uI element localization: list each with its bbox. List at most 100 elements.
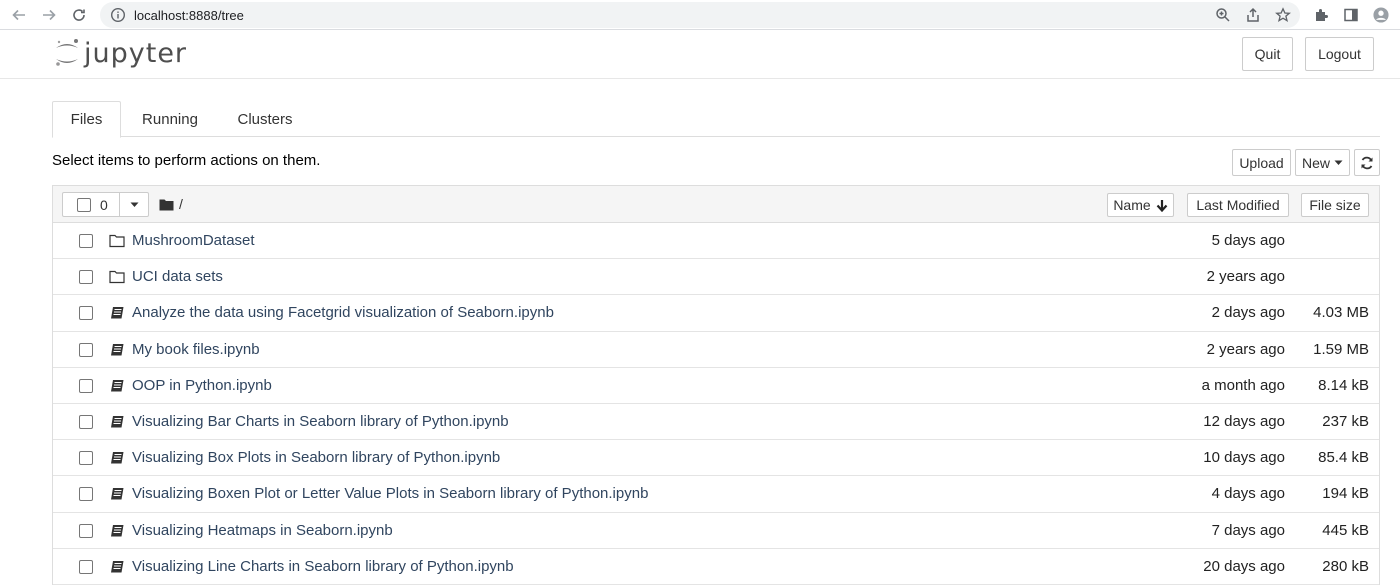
profile-avatar-icon[interactable] [1373, 7, 1389, 23]
notebook-icon [109, 486, 125, 502]
bookmark-star-icon[interactable] [1275, 7, 1291, 23]
jupyter-logo[interactable]: jupyter [54, 37, 187, 69]
caret-down-icon [1334, 160, 1343, 165]
file-modified: 2 years ago [1206, 340, 1285, 358]
address-url[interactable]: localhost:8888/tree [134, 8, 244, 23]
row-checkbox[interactable] [79, 306, 93, 321]
notebook-icon [109, 342, 125, 358]
sort-by-size-button[interactable]: File size [1301, 193, 1369, 217]
new-button-label: New [1301, 154, 1330, 171]
file-modified: 7 days ago [1211, 521, 1285, 539]
file-row[interactable]: UCI data sets 2 years ago [53, 259, 1379, 296]
row-checkbox[interactable] [79, 559, 93, 574]
select-all-checkbox[interactable] [77, 197, 91, 212]
notebook-icon [109, 305, 125, 321]
row-checkbox[interactable] [79, 234, 93, 248]
file-size: 4.03 MB [1313, 304, 1369, 322]
address-bar[interactable]: localhost:8888/tree [100, 2, 1300, 28]
file-modified: 2 years ago [1206, 268, 1285, 286]
file-name-link[interactable]: Visualizing Boxen Plot or Letter Value P… [132, 485, 648, 502]
tab-clusters[interactable]: Clusters [228, 101, 302, 137]
side-panel-icon[interactable] [1343, 7, 1359, 23]
file-name-link[interactable]: Visualizing Heatmaps in Seaborn.ipynb [132, 522, 393, 539]
file-name-link[interactable]: Visualizing Line Charts in Seaborn libra… [132, 558, 514, 575]
reload-icon[interactable] [68, 4, 90, 26]
back-arrow-icon[interactable] [8, 4, 30, 26]
notebook-icon [109, 523, 125, 539]
file-modified: a month ago [1201, 376, 1285, 394]
file-rows: MushroomDataset 5 days ago UCI data sets 2 … [53, 223, 1379, 585]
row-checkbox[interactable] [79, 487, 93, 502]
file-modified: 12 days ago [1203, 412, 1285, 430]
refresh-button[interactable] [1354, 149, 1380, 176]
row-checkbox[interactable] [79, 378, 93, 393]
extensions-puzzle-icon[interactable] [1313, 7, 1329, 23]
file-modified: 4 days ago [1211, 485, 1285, 503]
file-row[interactable]: Visualizing Heatmaps in Seaborn.ipynb 7 d… [53, 513, 1379, 549]
sort-by-name-button[interactable]: Name [1107, 193, 1174, 217]
file-name-link[interactable]: My book files.ipynb [132, 341, 260, 358]
row-checkbox[interactable] [79, 523, 93, 538]
refresh-icon [1361, 156, 1373, 169]
file-name-link[interactable]: Analyze the data using Facetgrid visuali… [132, 304, 554, 321]
file-row[interactable]: Visualizing Boxen Plot or Letter Value P… [53, 476, 1379, 513]
file-size: 237 kB [1322, 412, 1369, 430]
select-all-toggle[interactable]: 0 [63, 193, 121, 216]
file-name-link[interactable]: MushroomDataset [132, 232, 255, 249]
quit-button[interactable]: Quit [1242, 37, 1293, 71]
file-name-link[interactable]: Visualizing Box Plots in Seaborn library… [132, 449, 500, 466]
site-info-icon[interactable] [110, 7, 126, 23]
select-all-group: 0 [62, 192, 149, 217]
jupyter-logo-icon [56, 39, 78, 66]
notebook-icon [109, 414, 125, 430]
share-icon[interactable] [1245, 7, 1261, 23]
file-modified: 10 days ago [1203, 449, 1285, 467]
file-size: 8.14 kB [1318, 376, 1369, 394]
file-size: 194 kB [1322, 485, 1369, 503]
selection-notice: Select items to perform actions on them. [52, 152, 321, 169]
file-list: 0 / Name Last Modified File size Mushroo… [52, 185, 1380, 585]
tab-files[interactable]: Files [52, 101, 121, 138]
file-row[interactable]: Visualizing Line Charts in Seaborn libra… [53, 549, 1379, 585]
file-name-link[interactable]: UCI data sets [132, 268, 223, 285]
file-list-header: 0 / Name Last Modified File size [53, 186, 1379, 223]
arrow-down-icon [1156, 199, 1167, 212]
file-name-link[interactable]: Visualizing Bar Charts in Seaborn librar… [132, 413, 509, 430]
breadcrumb-root[interactable]: / [179, 196, 183, 212]
row-checkbox[interactable] [79, 270, 93, 285]
zoom-icon[interactable] [1215, 7, 1231, 23]
select-options-dropdown[interactable] [120, 193, 148, 216]
notebook-icon [109, 378, 125, 394]
row-checkbox[interactable] [79, 342, 93, 357]
file-row[interactable]: My book files.ipynb 2 years ago 1.59 MB [53, 332, 1379, 368]
logout-button[interactable]: Logout [1305, 37, 1374, 71]
sort-name-label: Name [1113, 197, 1151, 213]
file-modified: 20 days ago [1203, 557, 1285, 575]
file-row[interactable]: Visualizing Bar Charts in Seaborn librar… [53, 404, 1379, 441]
logo-text: jupyter [84, 37, 188, 69]
jupyter-header: jupyter Quit Logout [0, 31, 1400, 79]
upload-button[interactable]: Upload [1232, 149, 1291, 176]
file-modified: 2 days ago [1211, 304, 1285, 322]
file-row[interactable]: OOP in Python.ipynb a month ago 8.14 kB [53, 368, 1379, 404]
new-dropdown-button[interactable]: New [1295, 149, 1350, 176]
file-row[interactable]: Visualizing Box Plots in Seaborn library… [53, 440, 1379, 477]
folder-solid-icon[interactable] [159, 198, 174, 211]
notebook-icon [109, 559, 125, 575]
file-row[interactable]: MushroomDataset 5 days ago [53, 223, 1379, 260]
row-checkbox[interactable] [79, 451, 93, 466]
tab-running[interactable]: Running [132, 101, 208, 137]
main-tabs: Files Running Clusters [52, 101, 1380, 138]
breadcrumb: / [159, 196, 183, 212]
file-size: 1.59 MB [1313, 340, 1369, 358]
row-checkbox[interactable] [79, 414, 93, 429]
file-size: 85.4 kB [1318, 449, 1369, 467]
file-row[interactable]: Analyze the data using Facetgrid visuali… [53, 295, 1379, 332]
forward-arrow-icon[interactable] [38, 4, 60, 26]
folder-icon [109, 269, 125, 285]
sort-by-modified-button[interactable]: Last Modified [1187, 193, 1289, 217]
file-name-link[interactable]: OOP in Python.ipynb [132, 377, 272, 394]
notebook-icon [109, 450, 125, 466]
file-modified: 5 days ago [1211, 232, 1285, 249]
file-size: 280 kB [1322, 557, 1369, 575]
